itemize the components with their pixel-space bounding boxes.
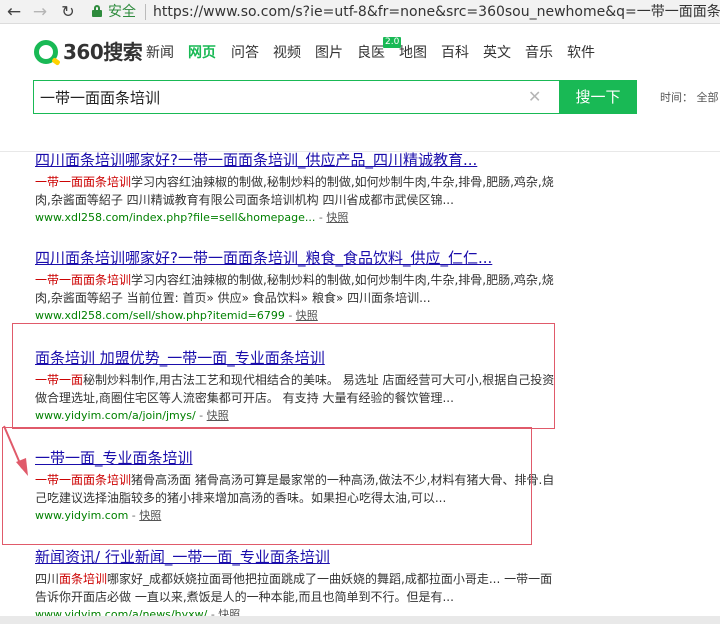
result-title[interactable]: 面条培训 加盟优势_一带一面_专业面条培训: [35, 348, 555, 368]
snippet-text: 哪家好_成都妖娆拉面哥他把拉面跳成了一曲妖娆的舞蹈,成都拉面小哥走... 一带一…: [35, 572, 553, 604]
tab-video[interactable]: 视频: [273, 42, 301, 64]
result-url[interactable]: www.xdl258.com/sell/show.php?itemid=6799: [35, 309, 285, 322]
result-url-line: www.xdl258.com/index.php?file=sell&homep…: [35, 211, 349, 224]
result-title[interactable]: 四川面条培训哪家好?一带一面面条培训_粮食_食品饮料_供应_仁仁...: [35, 248, 555, 268]
result-url[interactable]: www.xdl258.com/index.php?file=sell&homep…: [35, 211, 315, 224]
lock-icon: [92, 5, 102, 17]
snippet-highlight: 一带一面面条培训: [35, 273, 132, 287]
result-url[interactable]: www.yidyim.com: [35, 509, 128, 522]
address-url[interactable]: https://www.so.com/s?ie=utf-8&fr=none&sr…: [153, 3, 720, 21]
snippet-prefix: 四川: [35, 572, 60, 586]
result-snippet: 一带一面面条培训学习内容红油辣椒的制做,秘制炒料的制做,如何炒制牛肉,牛杂,排骨…: [35, 173, 555, 209]
result-item: 新闻资讯/ 行业新闻_一带一面_专业面条培训 四川面条培训哪家好_成都妖娆拉面哥…: [35, 547, 555, 622]
clear-icon[interactable]: ✕: [528, 87, 541, 107]
page: ← → ↻ 安全 https://www.so.com/s?ie=utf-8&f…: [0, 0, 720, 624]
search-input[interactable]: [34, 81, 514, 113]
time-filter[interactable]: 时间： 全部: [660, 91, 719, 105]
result-title[interactable]: 一带一面_专业面条培训: [35, 448, 555, 468]
result-url-line: www.yidyim.com - 快照: [35, 509, 162, 522]
tab-english[interactable]: 英文: [483, 42, 511, 64]
secure-label: 安全: [108, 4, 136, 20]
snapshot-link[interactable]: 快照: [207, 409, 229, 422]
divider: [145, 4, 146, 20]
snapshot-link[interactable]: 快照: [326, 211, 348, 224]
result-snippet: 一带一面面条培训猪骨高汤面 猪骨高汤可算是最家常的一种高汤,做法不少,材料有猪大…: [35, 471, 555, 507]
result-url-line: www.xdl258.com/sell/show.php?itemid=6799…: [35, 309, 318, 322]
result-url-line: www.yidyim.com/a/join/jmys/ - 快照: [35, 409, 229, 422]
result-item: 四川面条培训哪家好?一带一面面条培训_供应产品_四川精诚教育... 一带一面面条…: [35, 150, 555, 225]
reload-icon[interactable]: ↻: [58, 2, 78, 22]
logo-text: 360搜索: [63, 40, 143, 64]
tab-news[interactable]: 新闻: [146, 42, 174, 64]
search-button[interactable]: 搜一下: [559, 80, 637, 114]
window-bottom-edge: [0, 616, 720, 624]
snippet-highlight: 一带一面: [35, 373, 84, 387]
tab-doctor[interactable]: 良医: [357, 42, 385, 64]
tab-software[interactable]: 软件: [567, 42, 595, 64]
result-item: 面条培训 加盟优势_一带一面_专业面条培训 一带一面秘制炒料制作,用古法工艺和现…: [35, 348, 555, 423]
tab-images[interactable]: 图片: [315, 42, 343, 64]
result-snippet: 一带一面秘制炒料制作,用古法工艺和现代相结合的美味。 易选址 店面经营可大可小,…: [35, 371, 555, 407]
result-title[interactable]: 新闻资讯/ 行业新闻_一带一面_专业面条培训: [35, 547, 555, 567]
tab-qa[interactable]: 问答: [231, 42, 259, 64]
forward-arrow-icon[interactable]: →: [30, 2, 50, 22]
tab-web[interactable]: 网页: [188, 42, 216, 64]
result-item: 四川面条培训哪家好?一带一面面条培训_粮食_食品饮料_供应_仁仁... 一带一面…: [35, 248, 555, 323]
new-version-badge: 2.0: [383, 37, 402, 48]
snippet-text: 秘制炒料制作,用古法工艺和现代相结合的美味。 易选址 店面经营可大可小,根据自己…: [35, 373, 555, 405]
result-snippet: 一带一面面条培训学习内容红油辣椒的制做,秘制炒料的制做,如何炒制牛肉,牛杂,排骨…: [35, 271, 555, 307]
tab-music[interactable]: 音乐: [525, 42, 553, 64]
logo-ring-icon: [34, 40, 58, 64]
result-snippet: 四川面条培训哪家好_成都妖娆拉面哥他把拉面跳成了一曲妖娆的舞蹈,成都拉面小哥走.…: [35, 570, 555, 606]
snapshot-link[interactable]: 快照: [296, 309, 318, 322]
snippet-highlight: 一带一面面条培训: [35, 473, 132, 487]
annotation-arrow-icon: [3, 425, 28, 476]
result-item: 一带一面_专业面条培训 一带一面面条培训猪骨高汤面 猪骨高汤可算是最家常的一种高…: [35, 448, 555, 523]
snippet-highlight: 一带一面面条培训: [35, 175, 132, 189]
snippet-highlight: 面条培训: [59, 572, 108, 586]
tab-map[interactable]: 地图: [399, 42, 427, 64]
search-header: 360搜索 新闻 网页 问答 视频 图片 良医 地图 百科 英文 音乐 软件 2…: [0, 25, 720, 152]
result-url[interactable]: www.yidyim.com/a/join/jmys/: [35, 409, 196, 422]
back-arrow-icon[interactable]: ←: [4, 2, 24, 22]
result-title[interactable]: 四川面条培训哪家好?一带一面面条培训_供应产品_四川精诚教育...: [35, 150, 555, 170]
browser-address-bar: ← → ↻ 安全 https://www.so.com/s?ie=utf-8&f…: [0, 0, 720, 24]
tab-baike[interactable]: 百科: [441, 42, 469, 64]
search-box: ✕: [33, 80, 559, 114]
snapshot-link[interactable]: 快照: [139, 509, 161, 522]
